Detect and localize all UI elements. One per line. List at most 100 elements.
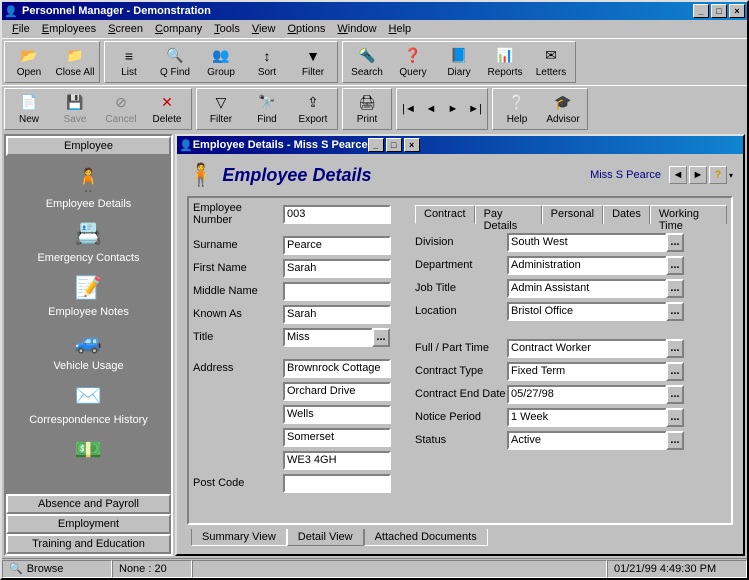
- status-input[interactable]: [507, 431, 667, 450]
- menu-help[interactable]: Help: [383, 22, 418, 36]
- tab-dates[interactable]: Dates: [603, 205, 650, 224]
- btab-detail[interactable]: Detail View: [287, 529, 364, 546]
- known-input[interactable]: [283, 305, 391, 324]
- sidebar-btn-employment[interactable]: Employment: [6, 514, 171, 534]
- group-button[interactable]: 👥Group: [198, 43, 244, 81]
- status-lookup[interactable]: ...: [666, 431, 684, 450]
- loc-input[interactable]: [507, 302, 667, 321]
- menu-view[interactable]: View: [246, 22, 282, 36]
- menu-company[interactable]: Company: [149, 22, 208, 36]
- qfind-button[interactable]: 🔍Q Find: [152, 43, 198, 81]
- sidebar-item-extra[interactable]: 💵: [6, 430, 171, 470]
- sidebar-btn-absence[interactable]: Absence and Payroll: [6, 494, 171, 514]
- sidebar-item-notes[interactable]: 📝Employee Notes: [6, 268, 171, 322]
- title-input[interactable]: [283, 328, 373, 347]
- minimize-button[interactable]: _: [693, 4, 709, 18]
- ctype-lookup[interactable]: ...: [666, 362, 684, 381]
- dept-lookup[interactable]: ...: [666, 256, 684, 275]
- child-minimize[interactable]: _: [368, 138, 384, 152]
- empno-input[interactable]: [283, 205, 391, 224]
- menu-screen[interactable]: Screen: [102, 22, 149, 36]
- fp-input[interactable]: [507, 339, 667, 358]
- child-maximize[interactable]: □: [386, 138, 402, 152]
- notes-icon: 📝: [73, 272, 105, 304]
- filter2-button[interactable]: ▽Filter: [198, 90, 244, 128]
- search-button[interactable]: 🔦Search: [344, 43, 390, 81]
- detail-prev[interactable]: ◄: [669, 166, 687, 184]
- tab-working[interactable]: Working Time: [650, 205, 727, 224]
- toolbar-1: 📂Open 📁Close All ≡List 🔍Q Find 👥Group ↕S…: [2, 38, 747, 85]
- addr5-input[interactable]: [283, 451, 391, 470]
- division-input[interactable]: [507, 233, 667, 252]
- save-icon: 💾: [66, 94, 83, 112]
- loc-label: Location: [415, 305, 507, 317]
- menu-window[interactable]: Window: [331, 22, 382, 36]
- sort-button[interactable]: ↕Sort: [244, 43, 290, 81]
- middle-input[interactable]: [283, 282, 391, 301]
- notice-input[interactable]: [507, 408, 667, 427]
- advisor-button[interactable]: 🎓Advisor: [540, 90, 586, 128]
- find-button[interactable]: 🔭Find: [244, 90, 290, 128]
- tab-personal[interactable]: Personal: [542, 205, 603, 224]
- maximize-button[interactable]: □: [711, 4, 727, 18]
- letters-icon: ✉: [545, 47, 557, 65]
- sidebar-item-details[interactable]: 🧍Employee Details: [6, 160, 171, 214]
- menu-file[interactable]: File: [6, 22, 36, 36]
- diary-button[interactable]: 📘Diary: [436, 43, 482, 81]
- title-lookup[interactable]: ...: [372, 328, 390, 347]
- notice-lookup[interactable]: ...: [666, 408, 684, 427]
- dept-input[interactable]: [507, 256, 667, 275]
- surname-input[interactable]: [283, 236, 391, 255]
- child-close[interactable]: ×: [404, 138, 420, 152]
- sidebar-item-correspondence[interactable]: ✉️Correspondence History: [6, 376, 171, 430]
- detail-help[interactable]: ?: [709, 166, 727, 184]
- postcode-input[interactable]: [283, 474, 391, 493]
- cend-input[interactable]: [507, 385, 667, 404]
- sidebar-item-emergency[interactable]: 📇Emergency Contacts: [6, 214, 171, 268]
- export-button[interactable]: ⇪Export: [290, 90, 336, 128]
- menu-employees[interactable]: Employees: [36, 22, 102, 36]
- addr3-input[interactable]: [283, 405, 391, 424]
- close-button[interactable]: ×: [729, 4, 745, 18]
- delete-button[interactable]: ✕Delete: [144, 90, 190, 128]
- new-button[interactable]: 📄New: [6, 90, 52, 128]
- addr4-input[interactable]: [283, 428, 391, 447]
- sidebar-btn-training[interactable]: Training and Education: [6, 534, 171, 554]
- btab-summary[interactable]: Summary View: [191, 529, 287, 546]
- dropdown-arrow-icon[interactable]: ▾: [729, 171, 733, 180]
- menu-options[interactable]: Options: [281, 22, 331, 36]
- help-button[interactable]: ❔Help: [494, 90, 540, 128]
- sidebar-item-vehicle[interactable]: 🚙Vehicle Usage: [6, 322, 171, 376]
- sidebar-header-employee[interactable]: Employee: [6, 136, 171, 156]
- nav-last[interactable]: ►|: [464, 90, 486, 128]
- nav-first[interactable]: |◄: [398, 90, 420, 128]
- firstname-input[interactable]: [283, 259, 391, 278]
- cend-lookup[interactable]: ...: [666, 385, 684, 404]
- tab-pay[interactable]: Pay Details: [475, 205, 542, 224]
- nav-prev[interactable]: ◄: [420, 90, 442, 128]
- btab-attached[interactable]: Attached Documents: [364, 529, 488, 546]
- loc-lookup[interactable]: ...: [666, 302, 684, 321]
- nav-next[interactable]: ►: [442, 90, 464, 128]
- reports-button[interactable]: 📊Reports: [482, 43, 528, 81]
- ctype-input[interactable]: [507, 362, 667, 381]
- status-label: Status: [415, 434, 507, 446]
- list-button[interactable]: ≡List: [106, 43, 152, 81]
- open-button[interactable]: 📂Open: [6, 43, 52, 81]
- job-lookup[interactable]: ...: [666, 279, 684, 298]
- detail-panel: Employee Number Surname First Name Middl…: [187, 196, 733, 525]
- detail-next[interactable]: ►: [689, 166, 707, 184]
- fp-lookup[interactable]: ...: [666, 339, 684, 358]
- filter-button[interactable]: ▼Filter: [290, 43, 336, 81]
- child-window: 👤 Employee Details - Miss S Pearce _ □ ×…: [175, 134, 745, 556]
- addr1-input[interactable]: [283, 359, 391, 378]
- division-lookup[interactable]: ...: [666, 233, 684, 252]
- job-input[interactable]: [507, 279, 667, 298]
- addr2-input[interactable]: [283, 382, 391, 401]
- query-button[interactable]: ❓Query: [390, 43, 436, 81]
- menu-tools[interactable]: Tools: [208, 22, 246, 36]
- closeall-button[interactable]: 📁Close All: [52, 43, 98, 81]
- print-button[interactable]: 🖨Print: [344, 90, 390, 128]
- letters-button[interactable]: ✉Letters: [528, 43, 574, 81]
- tab-contract[interactable]: Contract: [415, 205, 475, 224]
